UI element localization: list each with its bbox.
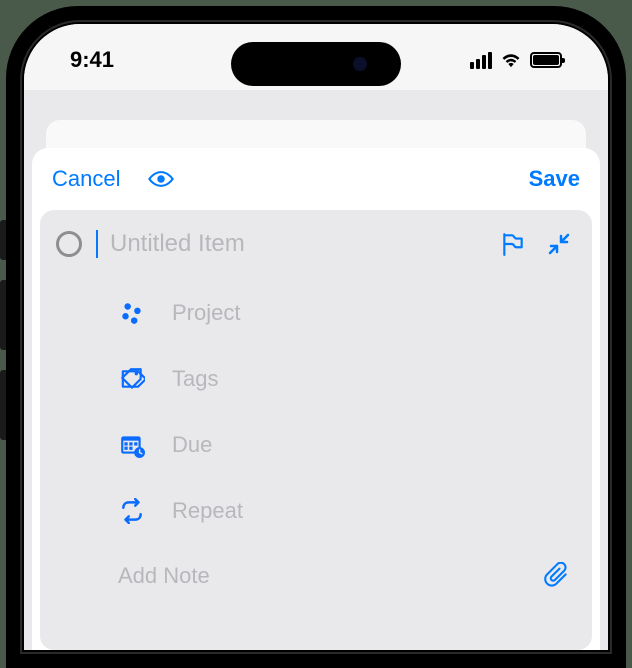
phone-frame: 9:41 Cancel (6, 6, 626, 668)
eye-icon (148, 166, 174, 192)
note-placeholder: Add Note (118, 563, 544, 589)
wifi-icon (500, 52, 522, 68)
due-label: Due (172, 432, 212, 458)
cancel-button[interactable]: Cancel (52, 166, 120, 192)
project-label: Project (172, 300, 240, 326)
tags-field[interactable]: Tags (118, 346, 578, 412)
battery-icon (530, 52, 562, 68)
note-field[interactable]: Add Note (118, 548, 578, 604)
title-input[interactable] (110, 228, 486, 260)
status-time: 9:41 (70, 41, 114, 73)
dynamic-island (231, 42, 401, 86)
repeat-icon (118, 497, 146, 525)
save-button[interactable]: Save (529, 166, 580, 192)
repeat-label: Repeat (172, 498, 243, 524)
collapse-button[interactable] (546, 231, 572, 257)
cellular-signal-icon (470, 52, 492, 69)
calendar-icon (118, 431, 146, 459)
item-panel: Project Tags (40, 210, 592, 650)
modal-header: Cancel Save (32, 148, 600, 210)
title-row (54, 228, 578, 260)
fields-list: Project Tags (118, 280, 578, 604)
status-icons (470, 46, 562, 69)
new-item-modal: Cancel Save (32, 148, 600, 650)
tag-icon (118, 365, 146, 393)
project-icon (118, 299, 146, 327)
project-field[interactable]: Project (118, 280, 578, 346)
flag-icon (500, 231, 526, 257)
paperclip-icon (544, 562, 570, 588)
focus-mode-button[interactable] (148, 166, 174, 192)
completion-toggle[interactable] (56, 231, 82, 257)
repeat-field[interactable]: Repeat (118, 478, 578, 544)
due-field[interactable]: Due (118, 412, 578, 478)
attach-button[interactable] (544, 562, 572, 590)
tags-label: Tags (172, 366, 218, 392)
text-cursor (96, 230, 98, 258)
flag-button[interactable] (500, 231, 526, 257)
collapse-icon (547, 232, 571, 256)
